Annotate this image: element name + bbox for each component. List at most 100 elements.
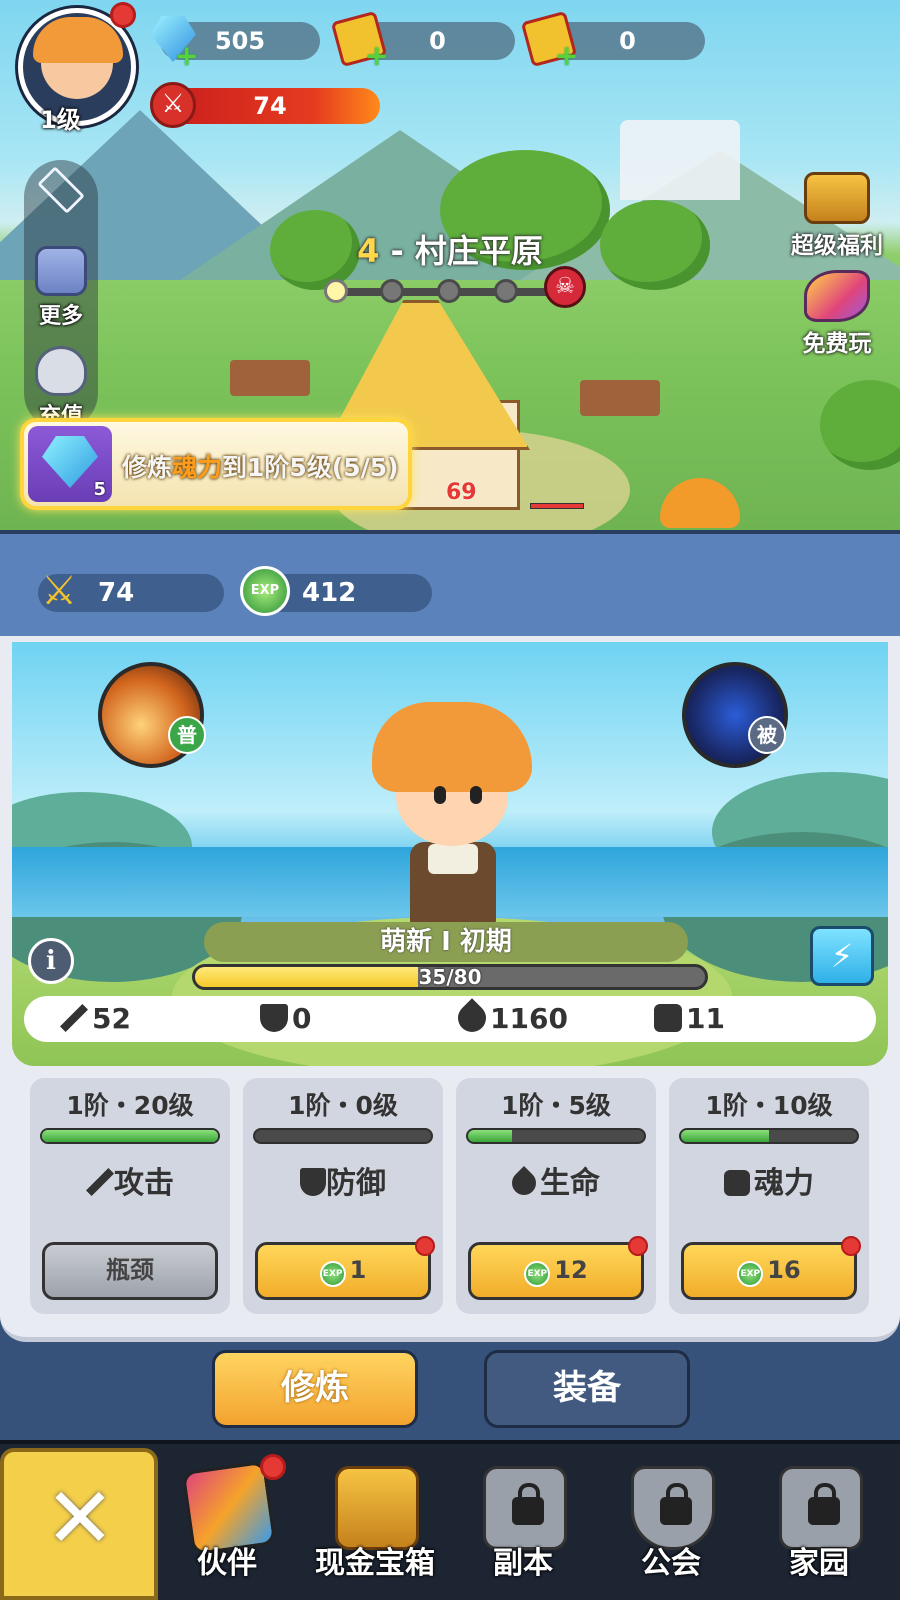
upgrade-cost: 12 xyxy=(554,1256,588,1284)
enemy-hp-bar xyxy=(530,503,584,509)
close-icon: ✕ xyxy=(44,1469,116,1567)
attack-attribute: 52 xyxy=(60,996,131,1042)
world-scene: 1级 505 + 0 + 0 + 74 ⚔ 更多 充值 4 - 村庄平原 ☠ 超… xyxy=(0,0,900,530)
defense-card: 1阶・0级 防御 EXP 1 xyxy=(243,1078,443,1314)
attack-value: 52 xyxy=(92,1002,131,1035)
card-level: 1阶・5级 xyxy=(501,1091,611,1120)
fence xyxy=(230,360,310,396)
upgrade-cards: 1阶・20级 攻击 瓶颈 1阶・0级 防御 EXP 1 1阶・5级 生命 EXP 1… xyxy=(30,1078,870,1314)
card-progress-bar xyxy=(253,1128,433,1144)
lock-icon xyxy=(512,1483,544,1525)
nav-partners-label: 伙伴 xyxy=(197,1546,257,1581)
card-name-text: 攻击 xyxy=(114,1166,174,1201)
avatar-hair xyxy=(33,17,123,63)
nav-cash-chest[interactable]: 现金宝箱 xyxy=(300,1440,450,1600)
side-more-button[interactable]: 更多 xyxy=(24,246,98,330)
info-button[interactable]: i xyxy=(28,938,74,984)
tree xyxy=(820,380,900,470)
stage-name: - 村庄平原 xyxy=(390,232,543,270)
card-progress-bar xyxy=(679,1128,859,1144)
attack-card: 1阶・20级 攻击 瓶颈 xyxy=(30,1078,230,1314)
swap-skill-button[interactable]: ⚡ xyxy=(810,926,874,986)
bottleneck-label: 瓶颈 xyxy=(106,1256,154,1284)
upgrade-soul-button[interactable]: EXP 16 xyxy=(681,1242,857,1300)
bottleneck-button[interactable]: 瓶颈 xyxy=(42,1242,218,1300)
fist-icon xyxy=(724,1170,750,1196)
stage-number: 4 xyxy=(357,232,380,270)
quest-text-highlight: 魂力 xyxy=(172,453,223,482)
card-level: 1阶・0级 xyxy=(288,1091,398,1120)
notification-dot xyxy=(110,2,136,28)
hero-shirt xyxy=(428,844,478,874)
upgrade-defense-button[interactable]: EXP 1 xyxy=(255,1242,431,1300)
soul-attribute: 11 xyxy=(654,996,725,1042)
add-gems-button[interactable]: + xyxy=(175,42,198,70)
hero-eye xyxy=(470,786,482,804)
stage-node xyxy=(494,279,518,303)
boss-skull-icon: ☠ xyxy=(544,266,586,308)
exp-orb-label: EXP xyxy=(250,583,280,598)
side-more-label: 更多 xyxy=(38,304,83,329)
drop-icon xyxy=(507,1166,541,1200)
exp-coin-icon: EXP xyxy=(737,1261,764,1287)
exp-orb-icon: EXP xyxy=(240,566,290,616)
shield-icon xyxy=(300,1168,326,1196)
tab-equip-label: 装备 xyxy=(553,1368,621,1408)
card-name: 攻击 xyxy=(30,1158,230,1202)
card-level: 1阶・20级 xyxy=(66,1091,194,1120)
defense-attribute: 0 xyxy=(260,996,311,1042)
card-name: 防御 xyxy=(243,1158,443,1202)
fist-icon xyxy=(654,1004,682,1032)
notification-dot xyxy=(260,1454,286,1480)
free-play-label: 免费玩 xyxy=(802,331,872,357)
close-button[interactable]: ✕ xyxy=(0,1448,158,1600)
card-name: 生命 xyxy=(456,1158,656,1202)
card-name-text: 生命 xyxy=(540,1166,600,1201)
soul-value: 11 xyxy=(686,1002,725,1035)
nav-guild[interactable]: 公会 xyxy=(596,1440,746,1600)
ticket-count: 0 xyxy=(429,27,446,55)
crossed-swords-icon: ⚔ xyxy=(150,82,196,128)
exp-coin-icon: EXP xyxy=(524,1261,551,1287)
add-timed-tickets-button[interactable]: + xyxy=(555,42,578,70)
nav-home-label: 家园 xyxy=(789,1546,849,1581)
add-tickets-button[interactable]: + xyxy=(365,42,388,70)
defense-value: 0 xyxy=(292,1002,312,1035)
super-welfare-button[interactable]: 超级福利 xyxy=(782,172,892,260)
nav-dungeon[interactable]: 副本 xyxy=(448,1440,598,1600)
sword-icon xyxy=(86,1168,114,1196)
castle xyxy=(620,120,740,200)
lock-icon xyxy=(660,1483,692,1525)
tab-train-label: 修炼 xyxy=(281,1368,349,1408)
free-play-button[interactable]: 免费玩 xyxy=(782,270,892,358)
card-progress-fill xyxy=(681,1130,769,1142)
quest-banner[interactable]: 5 修炼魂力到1阶5级(5/5) xyxy=(20,418,412,510)
upgrade-hp-button[interactable]: EXP 12 xyxy=(468,1242,644,1300)
hero-rank: 萌新 I 初期 xyxy=(204,922,688,962)
side-collapse-button[interactable] xyxy=(24,166,98,214)
nav-dungeon-label: 副本 xyxy=(493,1546,553,1581)
nav-partners[interactable]: 伙伴 xyxy=(152,1440,302,1600)
gem-icon xyxy=(42,436,98,488)
card-progress-bar xyxy=(466,1128,646,1144)
nav-home[interactable]: 家园 xyxy=(744,1440,894,1600)
combat-power-value: 74 xyxy=(253,92,287,120)
tab-train[interactable]: 修炼 xyxy=(212,1350,418,1428)
pumpkin xyxy=(660,478,740,528)
quest-text-prefix: 修炼 xyxy=(122,453,173,482)
stage-node xyxy=(324,279,348,303)
soul-card: 1阶・10级 魂力 EXP 16 xyxy=(669,1078,869,1314)
quest-gem-icon: 5 xyxy=(28,426,112,502)
tab-equip[interactable]: 装备 xyxy=(484,1350,690,1428)
hero-exp-bar: 35/80 xyxy=(192,964,708,990)
drop-icon xyxy=(452,998,492,1038)
exp-coin-icon: EXP xyxy=(319,1261,346,1287)
quest-text: 修炼魂力到1阶5级(5/5) xyxy=(122,448,399,484)
stage-node xyxy=(380,279,404,303)
hero-eye xyxy=(434,786,446,804)
treasure-chest-icon xyxy=(804,172,870,224)
hp-card: 1阶・5级 生命 EXP 12 xyxy=(456,1078,656,1314)
nav-cash-chest-label: 现金宝箱 xyxy=(315,1546,435,1581)
shield-icon xyxy=(260,1004,288,1032)
upgrade-cost: 1 xyxy=(349,1256,367,1284)
